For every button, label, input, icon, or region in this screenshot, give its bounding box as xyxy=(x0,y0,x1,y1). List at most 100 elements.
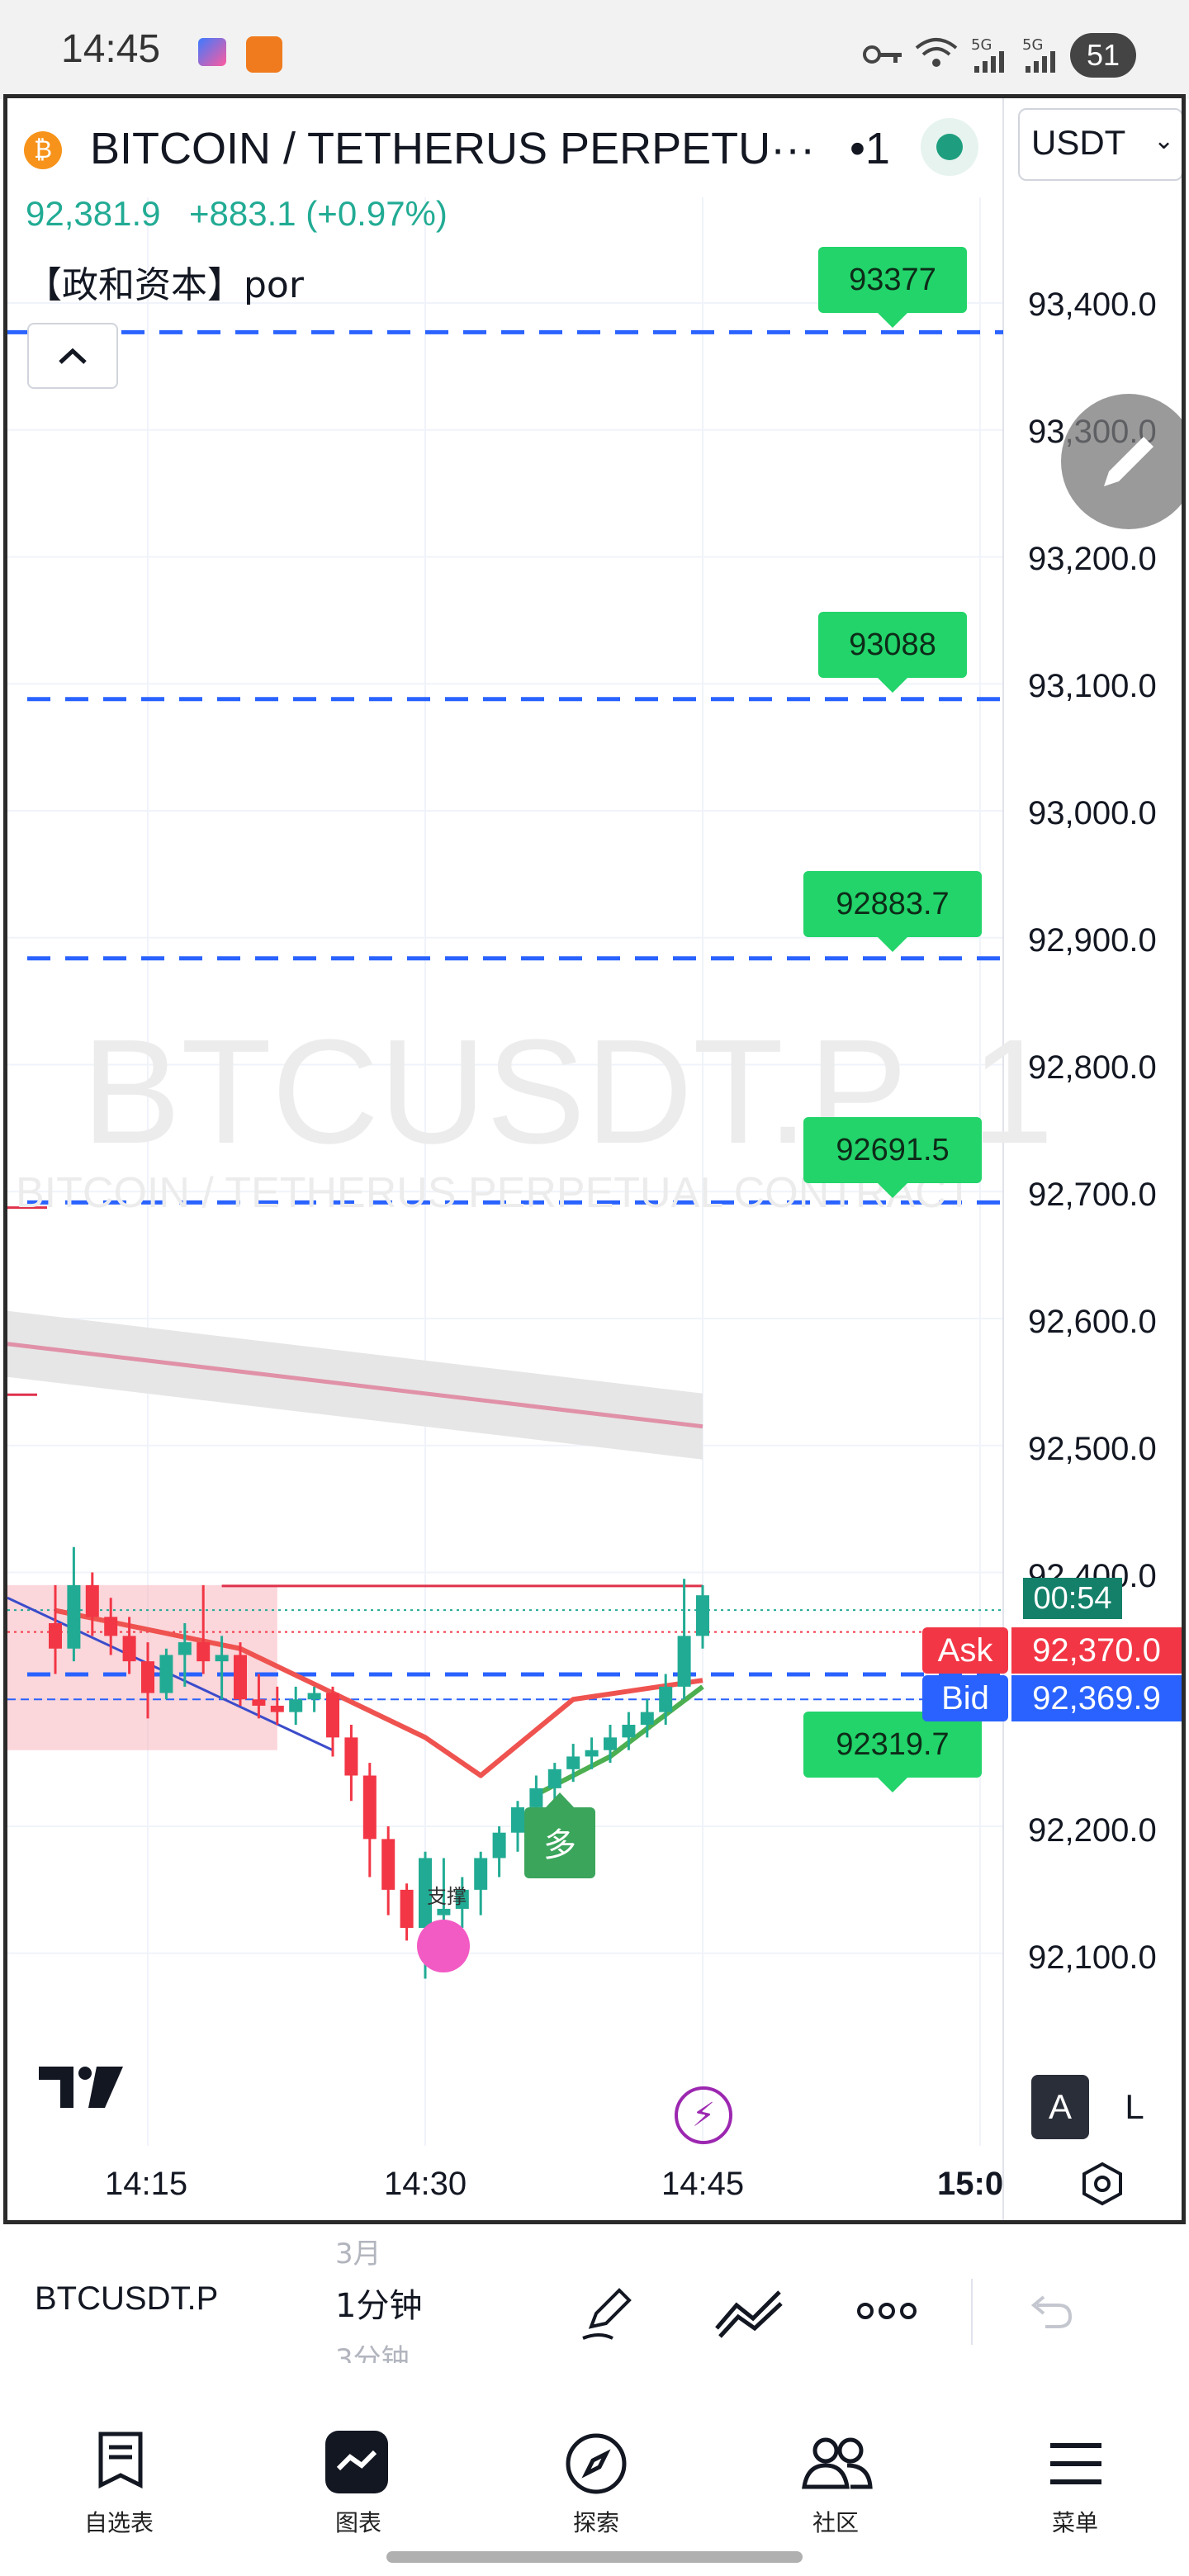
battery-indicator: 51 xyxy=(1070,33,1136,78)
candle-body xyxy=(400,1889,414,1928)
watchlist-icon xyxy=(98,2432,143,2488)
nav-community[interactable]: 社区 xyxy=(753,2394,918,2559)
candle-body xyxy=(67,1584,81,1649)
auto-scale-button[interactable]: A xyxy=(1031,2075,1089,2139)
indicator-name[interactable]: 【政和资本】por xyxy=(26,255,304,308)
price-axis-label: 93,100.0 xyxy=(1028,668,1157,704)
pencil-icon xyxy=(1104,437,1153,486)
level-tag[interactable]: 92319.7 xyxy=(803,1712,982,1792)
candle-body xyxy=(381,1839,396,1890)
candle-body xyxy=(85,1584,99,1617)
toolbar-divider xyxy=(971,2279,973,2345)
candle-body xyxy=(215,1655,229,1662)
currency-select[interactable]: USDT ⌄ xyxy=(1018,108,1182,181)
candle-body xyxy=(511,1807,524,1833)
ask-price: 92,370.0 xyxy=(1011,1627,1182,1674)
candle-body xyxy=(362,1775,377,1840)
market-status-icon[interactable] xyxy=(921,118,978,176)
candle-body xyxy=(197,1642,211,1662)
symbol-title[interactable]: BITCOIN / TETHERUS PERPETU··· xyxy=(90,123,815,174)
interval-option-above[interactable]: 3月 xyxy=(335,2231,381,2271)
candle-body xyxy=(566,1756,580,1769)
candle-body xyxy=(474,1858,488,1890)
nav-explore[interactable]: 探索 xyxy=(514,2394,679,2559)
candle-body xyxy=(141,1661,154,1693)
nav-label: 自选表 xyxy=(83,2509,154,2536)
price-axis-label: 92,600.0 xyxy=(1028,1304,1157,1340)
time-axis-label: 14:30 xyxy=(384,2166,467,2202)
status-bar: 14:45 5G 5G 51 xyxy=(0,0,1189,99)
price-axis-label: 92,500.0 xyxy=(1028,1431,1157,1467)
candle-body xyxy=(529,1788,543,1807)
undo-icon[interactable] xyxy=(1026,2294,1075,2330)
signal-icon-1 xyxy=(974,51,1004,73)
bottom-navigation: 自选表 图表 探索 社区 菜单 xyxy=(0,2394,1189,2576)
nav-watchlist[interactable]: 自选表 xyxy=(36,2394,201,2559)
price-axis-label: 93,000.0 xyxy=(1028,795,1157,831)
candle-body xyxy=(178,1642,192,1655)
candle-body xyxy=(640,1712,654,1725)
candle-body xyxy=(289,1699,303,1712)
time-axis-label: 15:0 xyxy=(937,2166,1003,2202)
ask-label: Ask xyxy=(922,1627,1008,1674)
level-tag[interactable]: 92883.7 xyxy=(803,871,982,952)
chevron-down-icon: ⌄ xyxy=(1153,126,1175,155)
symbol-button[interactable]: BTCUSDT.P xyxy=(35,2280,218,2318)
candle-body xyxy=(677,1636,691,1687)
long-signal-arrow xyxy=(546,1792,574,1807)
interval-selected[interactable]: 1分钟 xyxy=(335,2279,422,2327)
bid-price: 92,369.9 xyxy=(1011,1675,1182,1721)
price-axis-label: 92,700.0 xyxy=(1028,1177,1157,1213)
indicators-icon[interactable] xyxy=(712,2280,786,2346)
collapse-legend-button[interactable] xyxy=(27,323,118,389)
time-axis-label: 14:45 xyxy=(661,2166,745,2202)
chart-settings-icon[interactable] xyxy=(1078,2159,1127,2209)
support-marker xyxy=(417,1920,470,1972)
wifi-icon xyxy=(915,38,958,67)
candle-body xyxy=(696,1595,709,1636)
status-time: 14:45 xyxy=(61,27,161,71)
edit-drawing-button[interactable] xyxy=(1061,394,1182,529)
signal-icon-2 xyxy=(1026,51,1055,73)
interval-option-below[interactable]: 3分钟 xyxy=(335,2337,410,2363)
candle-body xyxy=(344,1737,358,1776)
candle-body xyxy=(49,1623,62,1649)
price-change: +883.1 (+0.97%) xyxy=(189,194,448,233)
nav-menu[interactable]: 菜单 xyxy=(992,2394,1158,2559)
candle-body xyxy=(104,1617,118,1636)
candle-body xyxy=(604,1737,617,1750)
interval-label[interactable]: •1 xyxy=(850,123,890,174)
chart-area[interactable]: ₿ BITCOIN / TETHERUS PERPETU··· •1 USDT … xyxy=(3,94,1186,2224)
price-axis-label: 93,200.0 xyxy=(1028,541,1157,577)
nav-chart[interactable]: 图表 xyxy=(276,2394,441,2559)
candle-body xyxy=(659,1686,673,1712)
price-axis-label: 92,900.0 xyxy=(1028,922,1157,959)
candle-body xyxy=(547,1769,561,1788)
lightning-button[interactable]: ⚡ xyxy=(675,2086,732,2144)
time-axis-label: 14:15 xyxy=(105,2166,188,2202)
level-tag[interactable]: 93377 xyxy=(818,247,967,328)
chart-toolbar: BTCUSDT.P 3月 1分钟 3分钟 xyxy=(0,2229,1189,2396)
drawing-tool-icon[interactable] xyxy=(575,2280,641,2346)
countdown-tag: 00:54 xyxy=(1023,1578,1122,1619)
app-icon-notification xyxy=(246,36,282,73)
price-axis-label: 92,100.0 xyxy=(1028,1939,1157,1976)
currency-label: USDT xyxy=(1031,123,1126,162)
more-options-icon[interactable] xyxy=(855,2299,918,2323)
nav-label: 探索 xyxy=(572,2509,619,2536)
candle-body xyxy=(159,1655,173,1693)
app-icon-butterfly xyxy=(198,38,226,66)
nav-label: 社区 xyxy=(812,2509,859,2536)
home-indicator xyxy=(386,2551,803,2563)
last-price: 92,381.9 xyxy=(26,194,161,233)
nav-label: 图表 xyxy=(334,2509,381,2536)
compass-icon xyxy=(566,2433,627,2494)
level-tag[interactable]: 92691.5 xyxy=(803,1117,982,1198)
log-scale-button[interactable]: L xyxy=(1106,2075,1163,2139)
candle-body xyxy=(492,1832,506,1859)
level-tag[interactable]: 93088 xyxy=(818,612,967,693)
candle-body xyxy=(270,1705,284,1712)
chevron-up-icon xyxy=(59,348,87,364)
candle-body xyxy=(326,1693,339,1738)
candle-body xyxy=(437,1908,451,1915)
